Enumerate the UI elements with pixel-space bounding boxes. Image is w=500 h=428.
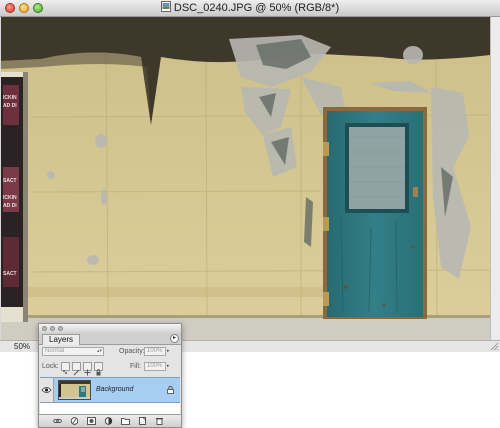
panel-minimize-icon[interactable] <box>50 326 55 331</box>
zoom-level-field[interactable]: 50% <box>14 341 30 352</box>
resize-grip-icon[interactable] <box>490 342 499 351</box>
panel-footer <box>39 414 181 427</box>
opacity-label: Opacity: <box>119 348 145 355</box>
fill-field[interactable]: 100% <box>144 362 166 371</box>
lock-label: Lock: <box>42 363 59 370</box>
layer-name[interactable]: Background <box>96 385 133 394</box>
svg-text:AD DI: AD DI <box>3 103 17 109</box>
image-file-icon <box>160 1 171 12</box>
adjustment-layer-icon[interactable] <box>104 417 113 425</box>
layer-row-background[interactable]: Background <box>40 377 180 403</box>
panel-close-icon[interactable] <box>42 326 47 331</box>
eye-icon <box>41 387 52 393</box>
layers-panel: Layers ▸ Normal ▴▾ Opacity: 100% ▸ Lock:… <box>38 323 182 428</box>
lock-move-icon[interactable] <box>83 362 92 376</box>
photo: ICKIN AD DI SACT ICKIN AD DI SACT <box>1 17 490 340</box>
blend-mode-select[interactable]: Normal ▴▾ <box>42 347 104 356</box>
fill-value: 100% <box>147 363 163 369</box>
opacity-arrow-icon[interactable]: ▸ <box>167 347 170 356</box>
link-layers-icon[interactable] <box>53 417 62 425</box>
layer-lock-icon <box>167 386 174 394</box>
select-arrows-icon: ▴▾ <box>96 348 102 354</box>
opacity-field[interactable]: 100% <box>144 347 166 356</box>
panel-tab-row: Layers ▸ <box>39 333 181 345</box>
layer-style-icon[interactable] <box>70 417 79 425</box>
panel-title-bar[interactable] <box>39 324 181 333</box>
visibility-toggle[interactable] <box>40 378 54 402</box>
tab-layers[interactable]: Layers <box>42 334 81 345</box>
delete-layer-icon[interactable] <box>155 417 164 425</box>
layer-mask-icon[interactable] <box>87 417 96 425</box>
new-layer-icon[interactable] <box>138 417 147 425</box>
svg-text:AD DI: AD DI <box>3 203 17 209</box>
panel-zoom-icon[interactable] <box>58 326 63 331</box>
vertical-scrollbar[interactable] <box>490 17 500 340</box>
lock-transparent-icon[interactable] <box>61 362 70 374</box>
panel-menu-button[interactable]: ▸ <box>170 334 179 343</box>
fill-label: Fill: <box>130 363 141 370</box>
svg-text:SACT: SACT <box>3 178 17 184</box>
fill-arrow-icon[interactable]: ▸ <box>167 362 170 371</box>
blend-mode-value: Normal <box>45 348 65 354</box>
document-window: DSC_0240.JPG @ 50% (RGB/8*) ICKIN AD DI … <box>0 0 500 352</box>
image-canvas[interactable]: ICKIN AD DI SACT ICKIN AD DI SACT <box>1 17 490 340</box>
lock-paint-icon[interactable] <box>72 362 81 376</box>
svg-text:SACT: SACT <box>3 271 17 277</box>
layer-thumbnail <box>58 380 91 400</box>
svg-text:ICKIN: ICKIN <box>3 195 17 201</box>
opacity-value: 100% <box>147 348 163 354</box>
svg-text:ICKIN: ICKIN <box>3 95 17 101</box>
window-title: DSC_0240.JPG @ 50% (RGB/8*) <box>173 2 340 14</box>
title-bar[interactable]: DSC_0240.JPG @ 50% (RGB/8*) <box>0 0 500 17</box>
new-group-icon[interactable] <box>121 417 130 425</box>
lock-all-icon[interactable] <box>94 362 103 376</box>
layers-list-empty-area <box>40 403 180 414</box>
